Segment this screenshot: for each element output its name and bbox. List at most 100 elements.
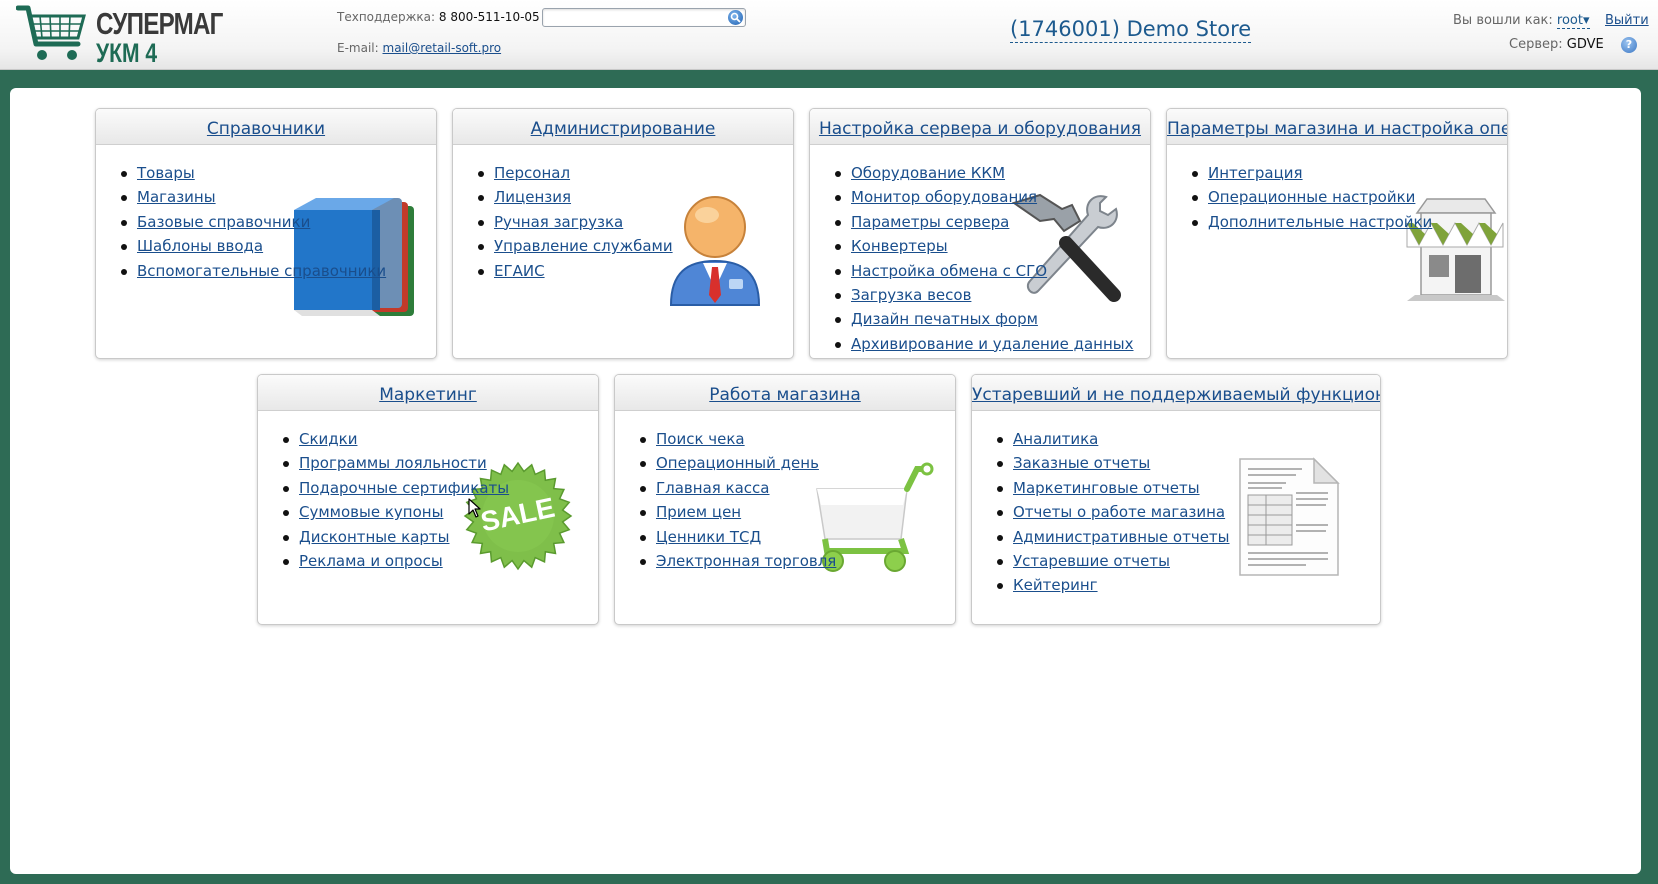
card-directories: Справочники Товары Магазины Базовые спра… (95, 108, 437, 359)
link-store-work-reports[interactable]: Отчеты о работе магазина (1013, 503, 1225, 521)
link-tsd-price-tags[interactable]: Ценники ТСД (656, 528, 761, 546)
search-box (542, 8, 746, 27)
list-item: Дизайн печатных форм (835, 307, 1134, 331)
link-operational-day[interactable]: Операционный день (656, 454, 819, 472)
link-manual-upload[interactable]: Ручная загрузка (494, 213, 623, 231)
link-main-cashbox[interactable]: Главная касса (656, 479, 770, 497)
server-label: Сервер: (1509, 37, 1563, 52)
card-title-server-setup[interactable]: Настройка сервера и оборудования (819, 119, 1141, 139)
link-catering[interactable]: Кейтеринг (1013, 576, 1098, 594)
link-egais[interactable]: ЕГАИС (494, 262, 545, 280)
shopping-cart-logo-icon (16, 5, 86, 60)
link-obsolete-reports[interactable]: Устаревшие отчеты (1013, 552, 1170, 570)
card-header: Маркетинг (258, 375, 598, 411)
link-integration[interactable]: Интеграция (1208, 164, 1303, 182)
server-info: Сервер: GDVE (1509, 37, 1604, 52)
card-title-directories[interactable]: Справочники (207, 119, 325, 139)
link-loyalty-programs[interactable]: Программы лояльности (299, 454, 487, 472)
search-icon[interactable] (728, 10, 743, 25)
list-item: Отчеты о работе магазина (997, 500, 1230, 524)
list-item: Персонал (478, 161, 673, 185)
card-store-params: Параметры магазина и настройка операций … (1166, 108, 1508, 359)
link-price-receive[interactable]: Прием цен (656, 503, 741, 521)
link-converters[interactable]: Конвертеры (851, 237, 948, 255)
logo[interactable]: СУПЕРМАГ УКМ 4 (16, 4, 223, 68)
link-license[interactable]: Лицензия (494, 188, 571, 206)
link-ads-surveys[interactable]: Реклама и опросы (299, 552, 443, 570)
email-info: E-mail: mail@retail-soft.pro (337, 41, 501, 55)
store-title[interactable]: (1746001) Demo Store (1010, 17, 1252, 43)
list-item: Ручная загрузка (478, 210, 673, 234)
list-item: Лицензия (478, 185, 673, 209)
link-additional-settings[interactable]: Дополнительные настройки (1208, 213, 1432, 231)
card-list: Товары Магазины Базовые справочники Шабл… (121, 161, 386, 283)
link-aux-directories[interactable]: Вспомогательные справочники (137, 262, 386, 280)
list-item: Интеграция (1192, 161, 1432, 185)
brand-name: СУПЕРМАГ (96, 6, 223, 41)
list-item: Подарочные сертификаты (283, 476, 509, 500)
card-administration: Администрирование Персонал Лицензия Ручн… (452, 108, 794, 359)
link-base-directories[interactable]: Базовые справочники (137, 213, 310, 231)
list-item: Электронная торговля (640, 549, 836, 573)
card-title-store-params[interactable]: Параметры магазина и настройка операций (1167, 119, 1507, 139)
list-item: Загрузка весов (835, 283, 1134, 307)
list-item: Маркетинговые отчеты (997, 476, 1230, 500)
support-info: Техподдержка: 8 800-511-10-05 (337, 10, 540, 24)
card-store-work: Работа магазина Поиск чека Операционный … (614, 374, 956, 625)
link-service-management[interactable]: Управление службами (494, 237, 673, 255)
list-item: Административные отчеты (997, 525, 1230, 549)
list-item: Кейтеринг (997, 573, 1230, 597)
user-menu[interactable]: root▾ (1556, 13, 1590, 29)
link-sgo-exchange[interactable]: Настройка обмена с СГО (851, 262, 1047, 280)
list-item: Дисконтные карты (283, 525, 509, 549)
link-kkm-equipment[interactable]: Оборудование ККМ (851, 164, 1005, 182)
main-panel: Справочники Товары Магазины Базовые спра… (10, 88, 1641, 874)
link-print-forms-design[interactable]: Дизайн печатных форм (851, 310, 1038, 328)
card-title-administration[interactable]: Администрирование (531, 119, 716, 139)
logout-link[interactable]: Выйти (1605, 13, 1649, 28)
card-title-legacy[interactable]: Устаревший и не поддерживаемый функциона… (972, 385, 1380, 405)
user-admin-icon (669, 196, 761, 306)
link-e-commerce[interactable]: Электронная торговля (656, 552, 836, 570)
link-operational-settings[interactable]: Операционные настройки (1208, 188, 1415, 206)
mouse-cursor-icon (468, 498, 481, 518)
email-link[interactable]: mail@retail-soft.pro (383, 41, 502, 55)
list-item: Шаблоны ввода (121, 234, 386, 258)
link-input-templates[interactable]: Шаблоны ввода (137, 237, 263, 255)
login-label: Вы вошли как: (1453, 13, 1553, 28)
link-discount-cards[interactable]: Дисконтные карты (299, 528, 450, 546)
search-input[interactable] (546, 10, 716, 25)
link-admin-reports[interactable]: Административные отчеты (1013, 528, 1230, 546)
link-gift-certificates[interactable]: Подарочные сертификаты (299, 479, 509, 497)
list-item: Дополнительные настройки (1192, 210, 1432, 234)
list-item: Операционный день (640, 451, 836, 475)
card-list: Поиск чека Операционный день Главная кас… (640, 427, 836, 573)
link-archive-delete[interactable]: Архивирование и удаление данных (851, 335, 1134, 353)
card-marketing: Маркетинг SALE Скидки Программы лояльнос… (257, 374, 599, 625)
list-item: Реклама и опросы (283, 549, 509, 573)
link-marketing-reports[interactable]: Маркетинговые отчеты (1013, 479, 1200, 497)
support-label: Техподдержка: (337, 10, 436, 24)
card-header: Параметры магазина и настройка операций (1167, 109, 1507, 145)
list-item: Поиск чека (640, 427, 836, 451)
header-bar: СУПЕРМАГ УКМ 4 Техподдержка: 8 800-511-1… (0, 0, 1658, 70)
list-item: Программы лояльности (283, 451, 509, 475)
link-sum-coupons[interactable]: Суммовые купоны (299, 503, 443, 521)
link-stores[interactable]: Магазины (137, 188, 216, 206)
link-equipment-monitor[interactable]: Монитор оборудования (851, 188, 1037, 206)
server-value: GDVE (1566, 37, 1604, 52)
link-custom-reports[interactable]: Заказные отчеты (1013, 454, 1150, 472)
link-analytics[interactable]: Аналитика (1013, 430, 1098, 448)
card-title-marketing[interactable]: Маркетинг (379, 385, 477, 405)
list-item: Базовые справочники (121, 210, 386, 234)
link-goods[interactable]: Товары (137, 164, 195, 182)
link-receipt-search[interactable]: Поиск чека (656, 430, 745, 448)
card-title-store-work[interactable]: Работа магазина (709, 385, 861, 405)
list-item: Товары (121, 161, 386, 185)
help-icon[interactable]: ? (1621, 37, 1637, 53)
link-discounts[interactable]: Скидки (299, 430, 357, 448)
link-scales-upload[interactable]: Загрузка весов (851, 286, 971, 304)
link-personnel[interactable]: Персонал (494, 164, 570, 182)
list-item: ЕГАИС (478, 259, 673, 283)
link-server-params[interactable]: Параметры сервера (851, 213, 1009, 231)
